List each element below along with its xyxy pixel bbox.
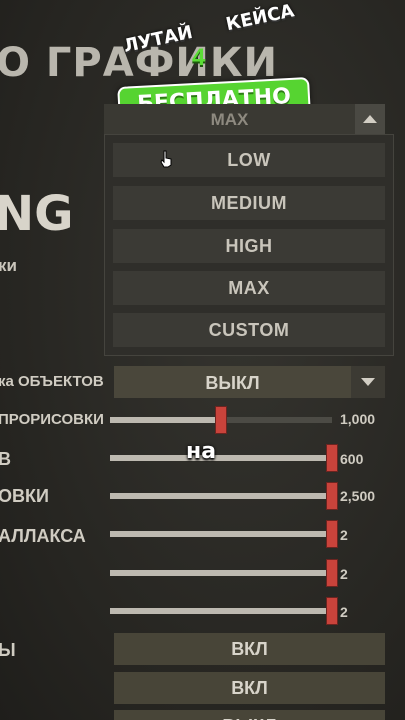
slider-6[interactable] [110,597,338,625]
chevron-down-icon [361,378,375,386]
slider-value: 2 [340,527,348,543]
object-quality-select[interactable]: ВЫКЛ [114,366,385,398]
dropdown-option-low[interactable]: LOW [113,143,385,177]
slider-value: 600 [340,451,364,467]
quality-dropdown[interactable]: MAX [104,104,385,134]
slider-fill [110,493,332,499]
toggle-label-1: Ы [0,640,16,660]
promo-number: 4 [192,44,206,71]
toggle-1[interactable]: ВКЛ [114,633,385,665]
slider-thumb[interactable] [326,559,338,587]
slider-thumb[interactable] [326,482,338,510]
slider-value: 2 [340,566,348,582]
dropdown-option-custom[interactable]: CUSTOM [113,313,385,347]
slider-5[interactable] [110,559,338,587]
dropdown-option-high[interactable]: HIGH [113,229,385,263]
toggle-3[interactable]: ВЫКЛ [114,710,385,720]
slider-2[interactable] [110,444,338,472]
slider-label-draw-distance: ПРОРИСОВКИ [0,411,104,428]
dropdown-option-medium[interactable]: MEDIUM [113,186,385,220]
slider-3[interactable] [110,482,338,510]
slider-thumb[interactable] [215,406,227,434]
chevron-up-icon [363,115,377,123]
object-quality-value: ВЫКЛ [205,373,260,393]
quality-dropdown-menu: LOW MEDIUM HIGH MAX CUSTOM [104,134,394,356]
slider-fill [110,531,332,537]
slider-label-4: АЛЛАКСА [0,526,86,546]
slider-thumb[interactable] [326,520,338,548]
dropdown-option-max[interactable]: MAX [113,271,385,305]
object-quality-dropdown-button[interactable] [351,366,385,398]
slider-fill [110,570,332,576]
slider-4[interactable] [110,520,338,548]
toggle-2[interactable]: ВКЛ [114,672,385,704]
slider-fill [110,608,332,614]
slider-draw-distance[interactable] [110,406,332,434]
section-heading: NG [0,186,74,242]
slider-value: 2 [340,604,348,620]
slider-fill [110,455,332,461]
hand-cursor-icon [160,150,172,168]
object-quality-label: ка ОБЪЕКТОВ [0,373,104,390]
slider-label-2: В [0,449,11,469]
quality-dropdown-value: MAX [210,110,249,129]
slider-fill [110,417,221,423]
video-caption: на [186,439,217,464]
slider-label-3: ОВКИ [0,486,49,506]
dropdown-toggle-button[interactable] [355,104,385,134]
section-subheading: ки [0,256,17,275]
slider-thumb[interactable] [326,444,338,472]
slider-thumb[interactable] [326,597,338,625]
slider-value: 1,000 [340,411,376,427]
slider-value: 2,500 [340,488,376,504]
